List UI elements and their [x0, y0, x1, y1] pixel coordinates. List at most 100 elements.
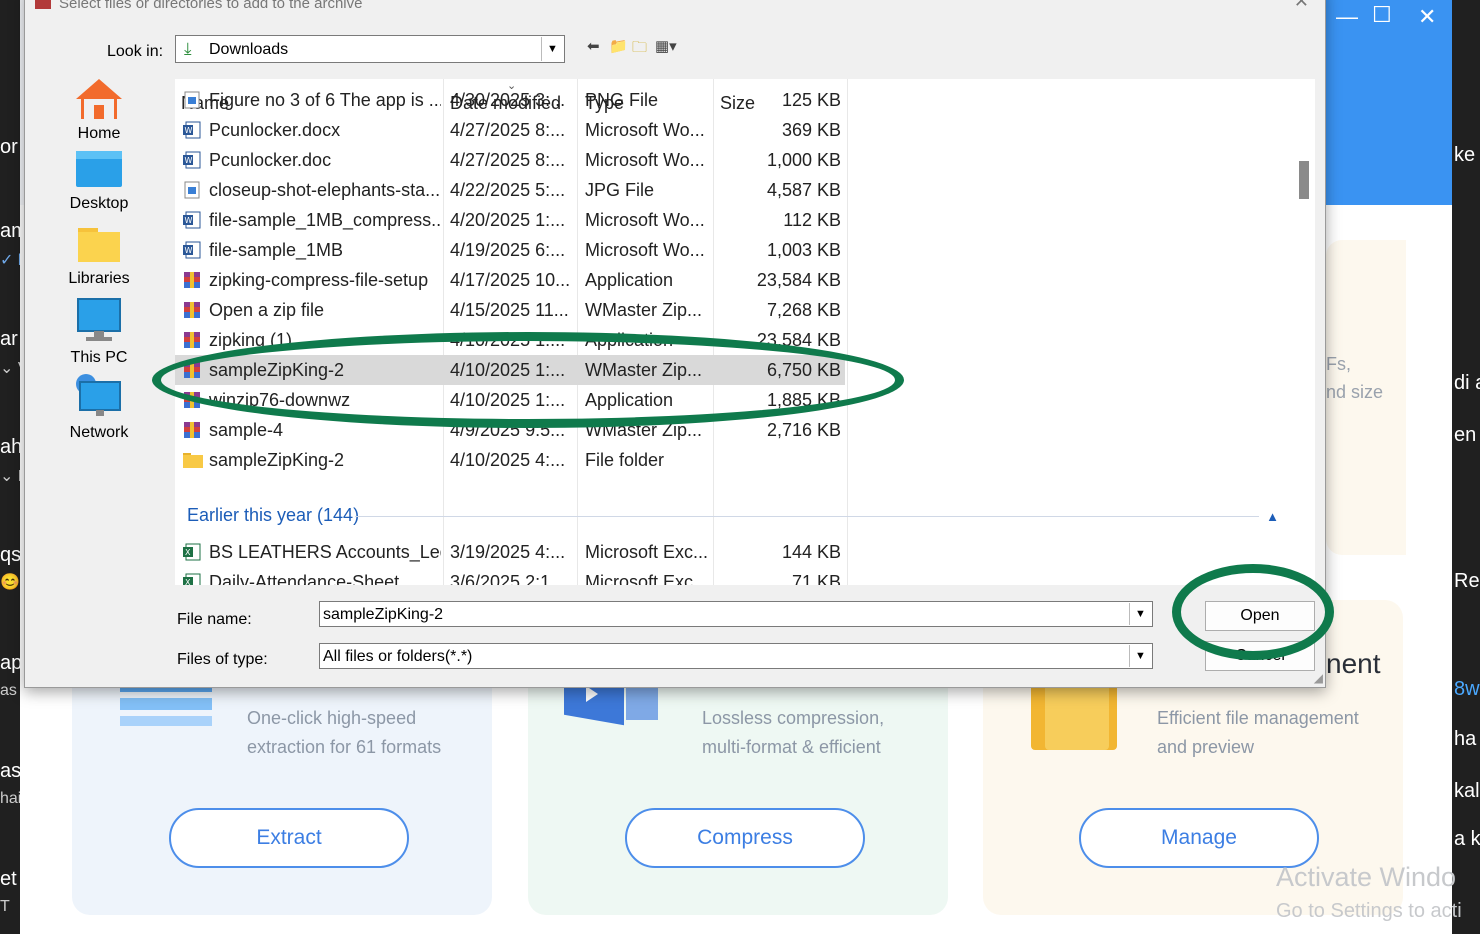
date-modified-cell: 4/30/2025 3:...: [450, 90, 566, 110]
file-row[interactable]: zipking-compress-file-setup 4/17/2025 10.…: [175, 265, 845, 295]
chevron-down-icon[interactable]: ▼: [1129, 645, 1151, 667]
compress-button[interactable]: Compress: [625, 808, 865, 868]
file-type-cell: Application: [585, 270, 674, 290]
chevron-down-icon[interactable]: ▼: [1129, 603, 1151, 625]
file-row[interactable]: winzip76-downwz 4/10/2025 1:... Applicatio…: [175, 385, 845, 415]
group-header-earlier[interactable]: Earlier this year (144): [187, 505, 359, 526]
file-size-cell: 144 KB: [781, 542, 841, 562]
download-icon: ⤓: [184, 39, 192, 58]
manage-button[interactable]: Manage: [1079, 808, 1319, 868]
network-icon: [76, 374, 121, 416]
place-label: This PC: [70, 349, 128, 366]
file-name-cell: Pcunlocker.docx: [209, 120, 341, 140]
file-size-cell: 2,716 KB: [766, 420, 841, 440]
look-in-dropdown[interactable]: ⤓ Downloads ▼: [175, 35, 565, 63]
file-type-cell: WMaster Zip...: [585, 360, 703, 380]
file-row[interactable]: W Pcunlocker.doc 4/27/2025 8:... Microsoft …: [175, 145, 845, 175]
desktop-icon: [76, 151, 122, 187]
file-row[interactable]: sampleZipKing-2 4/10/2025 4:... File folde…: [175, 445, 845, 475]
place-network[interactable]: Network: [51, 372, 147, 442]
bg-fragment: T: [0, 898, 10, 915]
file-type-cell: Application: [585, 330, 674, 350]
view-menu-icon[interactable]: ▦▾: [655, 37, 677, 55]
file-row[interactable]: zipking (1) 4/10/2025 1:... Application 23,…: [175, 325, 845, 355]
file-size-cell: 23,584 KB: [756, 270, 841, 290]
file-name-cell: Daily-Attendance-Sheet.: [209, 572, 405, 585]
minimize-icon[interactable]: —: [1336, 4, 1358, 30]
new-folder-icon[interactable]: 🗀: [632, 37, 647, 62]
excel-file-icon: X: [183, 543, 201, 561]
file-size-cell: 112 KB: [783, 210, 841, 230]
file-size-cell: 71 KB: [791, 572, 841, 585]
file-list[interactable]: Name ⌄ Date modified Type Size Figure no…: [175, 79, 1293, 585]
close-icon[interactable]: ✕: [1418, 4, 1436, 30]
bg-fragment: ke: [1454, 144, 1476, 166]
bg-fragment: en: [1454, 424, 1477, 446]
scrollbar-thumb[interactable]: [1299, 161, 1309, 199]
svg-text:W: W: [185, 246, 193, 255]
file-row[interactable]: closeup-shot-elephants-sta... 4/22/2025 5…: [175, 175, 845, 205]
file-size-cell: 6,750 KB: [766, 360, 841, 380]
file-type-cell: Microsoft Wo...: [585, 210, 705, 230]
file-size-cell: 4,587 KB: [766, 180, 841, 200]
word-file-icon: W: [183, 121, 201, 139]
file-row[interactable]: Open a zip file 4/15/2025 11... WMaster Zi…: [175, 295, 845, 325]
svg-text:W: W: [185, 156, 193, 165]
bg-fragment: di a: [1454, 372, 1480, 394]
bg-fragment: ✓ k: [0, 252, 20, 269]
activate-windows-subtext: Go to Settings to acti: [1276, 900, 1462, 922]
collapse-chevron-icon[interactable]: ▲: [1266, 509, 1279, 524]
file-type-cell: JPG File: [585, 180, 655, 200]
date-modified-cell: 4/10/2025 1:...: [450, 390, 566, 410]
zip-file-icon: [183, 301, 201, 319]
extract-button[interactable]: Extract: [169, 808, 409, 868]
maximize-icon[interactable]: ☐: [1372, 2, 1392, 28]
svg-text:X: X: [185, 578, 191, 585]
dialog-close-icon[interactable]: ✕: [1294, 0, 1309, 12]
word-file-icon: W: [183, 211, 201, 229]
file-type-cell: Microsoft Exc...: [585, 572, 709, 585]
bg-fragment: kal: [1454, 780, 1480, 802]
cancel-button[interactable]: Cancel: [1205, 641, 1315, 671]
file-name-cell: file-sample_1MB_compress...: [209, 210, 441, 230]
file-row[interactable]: Wfile-sample_1MB_compress... 4/20/2025 1:…: [175, 205, 845, 235]
file-row[interactable]: W Pcunlocker.docx 4/27/2025 8:... Microsoft…: [175, 115, 845, 145]
place-this-pc[interactable]: This PC: [51, 297, 147, 367]
file-type-value: All files or folders(*.*): [323, 648, 473, 665]
file-row[interactable]: Wfile-sample_1MB 4/19/2025 6:... Microsoft…: [175, 235, 845, 265]
resize-grip-icon[interactable]: ◢: [1314, 671, 1323, 685]
file-size-cell: 7,268 KB: [766, 300, 841, 320]
dialog-title: Select files or directories to add to th…: [35, 0, 363, 9]
bg-fragment: 😊: [0, 574, 20, 591]
file-row[interactable]: sampleZipKing-2 4/10/2025 1:... WMaster Zi…: [175, 355, 845, 385]
up-folder-icon[interactable]: 📁: [609, 37, 628, 55]
word-file-icon: W: [183, 241, 201, 259]
place-label: Home: [77, 125, 121, 142]
place-desktop[interactable]: Desktop: [51, 147, 147, 213]
date-modified-cell: 4/10/2025 1:...: [450, 360, 566, 380]
place-libraries[interactable]: Libraries: [51, 222, 147, 288]
chevron-down-icon[interactable]: ▼: [541, 37, 563, 61]
file-type-cell: Microsoft Wo...: [585, 120, 705, 140]
date-modified-cell: 4/22/2025 5:...: [450, 180, 566, 200]
this-pc-icon: [77, 298, 121, 341]
file-row[interactable]: Figure no 3 of 6 The app is ... 4/30/2025…: [175, 85, 845, 115]
open-button[interactable]: Open: [1205, 601, 1315, 631]
vertical-scrollbar[interactable]: [1293, 79, 1315, 585]
file-name-cell: file-sample_1MB: [209, 240, 344, 260]
file-name-input[interactable]: sampleZipKing-2 ▼: [319, 601, 1153, 627]
back-arrow-icon[interactable]: ⬅: [587, 37, 600, 55]
place-home[interactable]: Home: [51, 77, 147, 143]
file-row[interactable]: X BS LEATHERS Accounts_Led... 3/19/2025 4:…: [175, 537, 845, 567]
zip-file-icon: [183, 331, 201, 349]
img-file-icon: [183, 181, 201, 199]
file-type-cell: Microsoft Wo...: [585, 240, 705, 260]
background-left-strip: or am ✓ k ar ⌄ V ah ⌄ H qs 😊 ap as asi h…: [0, 0, 20, 934]
place-label: Libraries: [68, 270, 130, 287]
file-size-cell: 1,000 KB: [766, 150, 841, 170]
file-row[interactable]: X Daily-Attendance-Sheet. 3/6/2025 2:1... M…: [175, 567, 845, 585]
file-type-cell: Microsoft Exc...: [585, 542, 709, 562]
date-modified-cell: 4/17/2025 10...: [450, 270, 571, 290]
file-type-select[interactable]: All files or folders(*.*) ▼: [319, 643, 1153, 669]
file-row[interactable]: sample-4 4/9/2025 9:5... WMaster Zip... 2,7…: [175, 415, 845, 445]
